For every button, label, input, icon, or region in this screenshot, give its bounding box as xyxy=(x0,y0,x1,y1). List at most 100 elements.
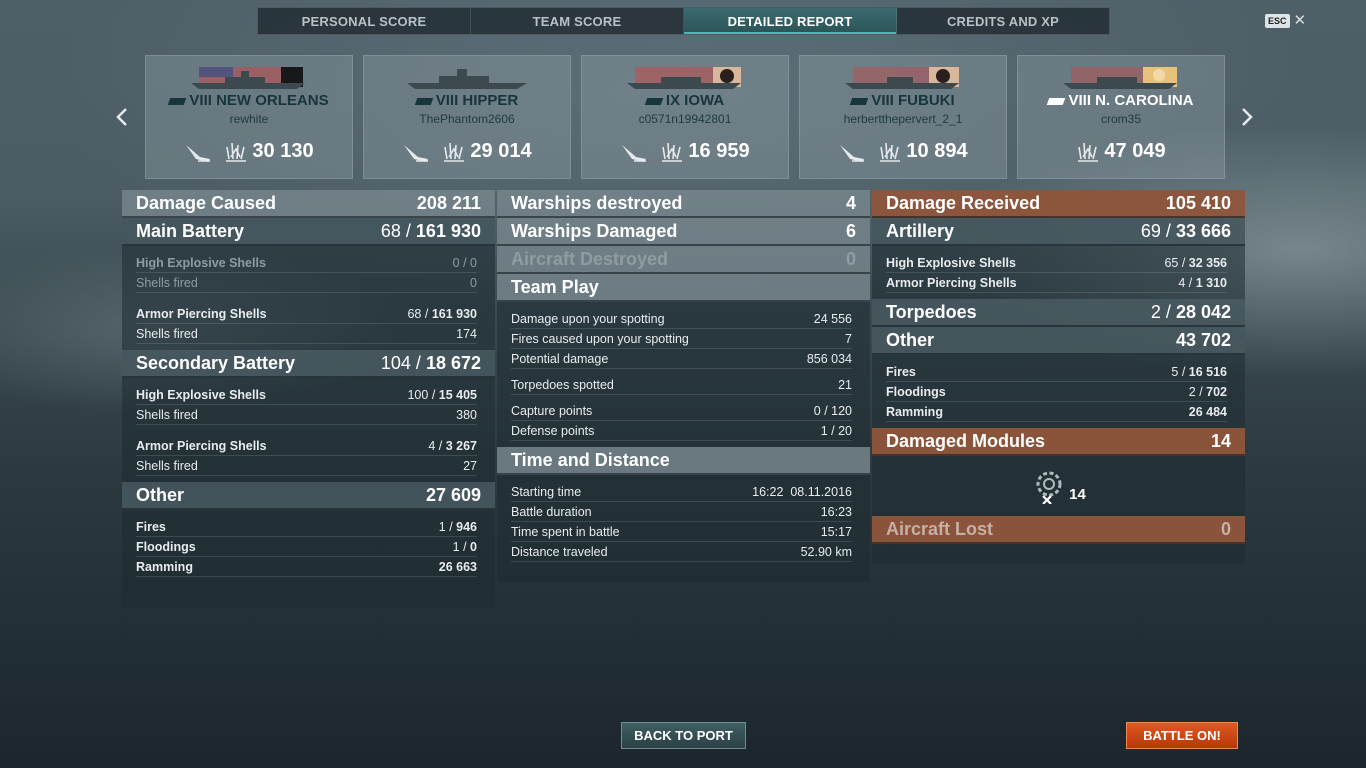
damaged-modules-header: Damaged Modules 14 xyxy=(872,428,1245,456)
torpedo-hit-icon xyxy=(622,144,647,162)
explosion-icon xyxy=(662,142,683,162)
damage-dealt: 29 014 xyxy=(442,140,532,163)
ship-name: VIII NEW ORLEANS xyxy=(146,92,352,109)
damage-dealt: 16 959 xyxy=(660,140,750,163)
damage-caused-panel: Damage Caused 208 211 Main Battery 68 / 1… xyxy=(122,190,495,608)
close-icon: ✕ xyxy=(1293,12,1307,29)
steering-gear-icon xyxy=(1036,471,1062,504)
stat-row: Ramming 26 663 xyxy=(136,557,477,577)
damage-dealt: 10 894 xyxy=(878,140,968,163)
ship-card[interactable]: VIII NEW ORLEANS rewhite 30 130 xyxy=(145,55,353,179)
main-battery-section: High Explosive Shells 0 / 0 Shells fired 0… xyxy=(122,246,495,350)
tab-personal-score[interactable]: PERSONAL SCORE xyxy=(258,8,471,34)
warships-damaged-header: Warships Damaged 6 xyxy=(497,218,870,246)
ship-class-icon xyxy=(168,97,187,105)
damaged-modules-count: 14 xyxy=(1069,485,1086,503)
artillery-header: Artillery 69 / 33 666 xyxy=(872,218,1245,246)
tab-team-score[interactable]: TEAM SCORE xyxy=(471,8,684,34)
other-received-section: Fires 5 / 16 516 Floodings 2 / 702 Ramming… xyxy=(872,355,1245,428)
ship-card[interactable]: IX IOWA c0571n19942801 16 959 xyxy=(581,55,789,179)
stat-row: Armor Piercing Shells 4 / 3 267 xyxy=(136,436,477,456)
player-name: rewhite xyxy=(229,112,269,126)
damage-received-header: Damage Received 105 410 xyxy=(872,190,1245,218)
damage-caused-header: Damage Caused 208 211 xyxy=(122,190,495,218)
stat-row: Fires 1 / 946 xyxy=(136,517,477,537)
report-tabs: PERSONAL SCORE TEAM SCORE DETAILED REPOR… xyxy=(257,7,1110,35)
stat-row: Fires 5 / 16 516 xyxy=(886,362,1227,382)
chevron-left-icon xyxy=(116,108,127,126)
stat-row: Fires caused upon your spotting 7 xyxy=(511,329,852,349)
stat-row: Defense points 1 / 20 xyxy=(511,421,852,441)
player-name: c0571n19942801 xyxy=(638,112,732,126)
other-received-header: Other 43 702 xyxy=(872,327,1245,355)
damage-dealt: 30 130 xyxy=(224,140,314,163)
ship-class-icon xyxy=(644,97,664,105)
torpedo-hit-icon xyxy=(840,144,865,162)
ship-class-icon xyxy=(850,97,869,105)
ship-silhouette-icon xyxy=(627,67,741,89)
player-name: crom35 xyxy=(1100,112,1141,126)
warships-destroyed-header: Warships destroyed 4 xyxy=(497,190,870,218)
player-name: ThePhantom2606 xyxy=(419,112,515,126)
carousel-next-button[interactable] xyxy=(1237,104,1257,130)
main-battery-header: Main Battery 68 / 161 930 xyxy=(122,218,495,246)
ship-card[interactable]: VIII FUBUKI herbertthepervert_2_1 10 894 xyxy=(799,55,1007,179)
ship-silhouette-icon xyxy=(845,67,959,89)
damage-dealt: 47 049 xyxy=(1076,140,1166,163)
ship-silhouette-icon xyxy=(1063,67,1177,89)
ship-name: VIII HIPPER xyxy=(364,92,570,109)
stat-row: Shells fired 380 xyxy=(136,405,477,425)
ship-stats: 30 130 xyxy=(146,140,352,163)
stat-row: Damage upon your spotting 24 556 xyxy=(511,309,852,329)
back-to-port-button[interactable]: BACK TO PORT xyxy=(621,722,746,749)
explosion-icon xyxy=(1078,142,1099,162)
stat-row: Armor Piercing Shells 4 / 1 310 xyxy=(886,273,1227,293)
explosion-icon xyxy=(880,142,901,162)
damage-received-panel: Damage Received 105 410 Artillery 69 / 33… xyxy=(872,190,1245,564)
stat-row: Ramming 26 484 xyxy=(886,402,1227,422)
stat-row: Torpedoes spotted 21 xyxy=(511,375,852,395)
tab-detailed-report[interactable]: DETAILED REPORT xyxy=(684,8,897,34)
stat-row: Time spent in battle 15:17 xyxy=(511,522,852,542)
ship-stats: 29 014 xyxy=(364,140,570,163)
secondary-battery-header: Secondary Battery 104 / 18 672 xyxy=(122,350,495,378)
ship-silhouette-icon xyxy=(191,67,305,89)
team-play-header: Team Play xyxy=(497,274,870,302)
secondary-battery-section: High Explosive Shells 100 / 15 405 Shells… xyxy=(122,378,495,482)
ship-name: IX IOWA xyxy=(582,92,788,109)
battle-on-button[interactable]: BATTLE ON! xyxy=(1126,722,1238,749)
explosion-icon xyxy=(444,142,465,162)
torpedo-hit-icon xyxy=(186,144,211,162)
ship-class-icon xyxy=(1047,97,1066,105)
esc-key-label: ESC xyxy=(1265,13,1290,28)
ship-silhouette-icon xyxy=(407,69,527,89)
stat-row: Armor Piercing Shells 68 / 161 930 xyxy=(136,304,477,324)
stat-row: High Explosive Shells 65 / 32 356 xyxy=(886,253,1227,273)
stat-row: Potential damage 856 034 xyxy=(511,349,852,369)
aircraft-lost-header: Aircraft Lost 0 xyxy=(872,516,1245,544)
stat-row: Floodings 2 / 702 xyxy=(886,382,1227,402)
stat-row: Shells fired 27 xyxy=(136,456,477,476)
ship-class-icon xyxy=(414,97,434,105)
ship-card[interactable]: VIII HIPPER ThePhantom2606 29 014 xyxy=(363,55,571,179)
damaged-modules-content: 14 xyxy=(872,456,1245,516)
ship-card[interactable]: VIII N. CAROLINA crom35 47 049 xyxy=(1017,55,1225,179)
ship-stats: 10 894 xyxy=(800,140,1006,163)
stat-row: Starting time 16:22 08.11.2016 xyxy=(511,482,852,502)
carousel-prev-button[interactable] xyxy=(112,104,132,130)
time-distance-section: Starting time 16:22 08.11.2016 Battle dur… xyxy=(497,475,870,568)
close-button[interactable]: ESC ✕ xyxy=(1265,13,1306,28)
battle-summary-panel: Warships destroyed 4 Warships Damaged 6 Ai… xyxy=(497,190,870,582)
stat-row: Floodings 1 / 0 xyxy=(136,537,477,557)
stat-row: Shells fired 0 xyxy=(136,273,477,293)
stat-row: Distance traveled 52.90 km xyxy=(511,542,852,562)
ship-name: VIII N. CAROLINA xyxy=(1018,92,1224,109)
torpedoes-header: Torpedoes 2 / 28 042 xyxy=(872,299,1245,327)
ship-stats: 16 959 xyxy=(582,140,788,163)
other-header: Other 27 609 xyxy=(122,482,495,510)
stat-row: Capture points 0 / 120 xyxy=(511,401,852,421)
ship-stats: 47 049 xyxy=(1018,140,1224,163)
stat-row: Shells fired 174 xyxy=(136,324,477,344)
tab-credits-xp[interactable]: CREDITS AND XP xyxy=(897,8,1109,34)
aircraft-destroyed-header: Aircraft Destroyed 0 xyxy=(497,246,870,274)
